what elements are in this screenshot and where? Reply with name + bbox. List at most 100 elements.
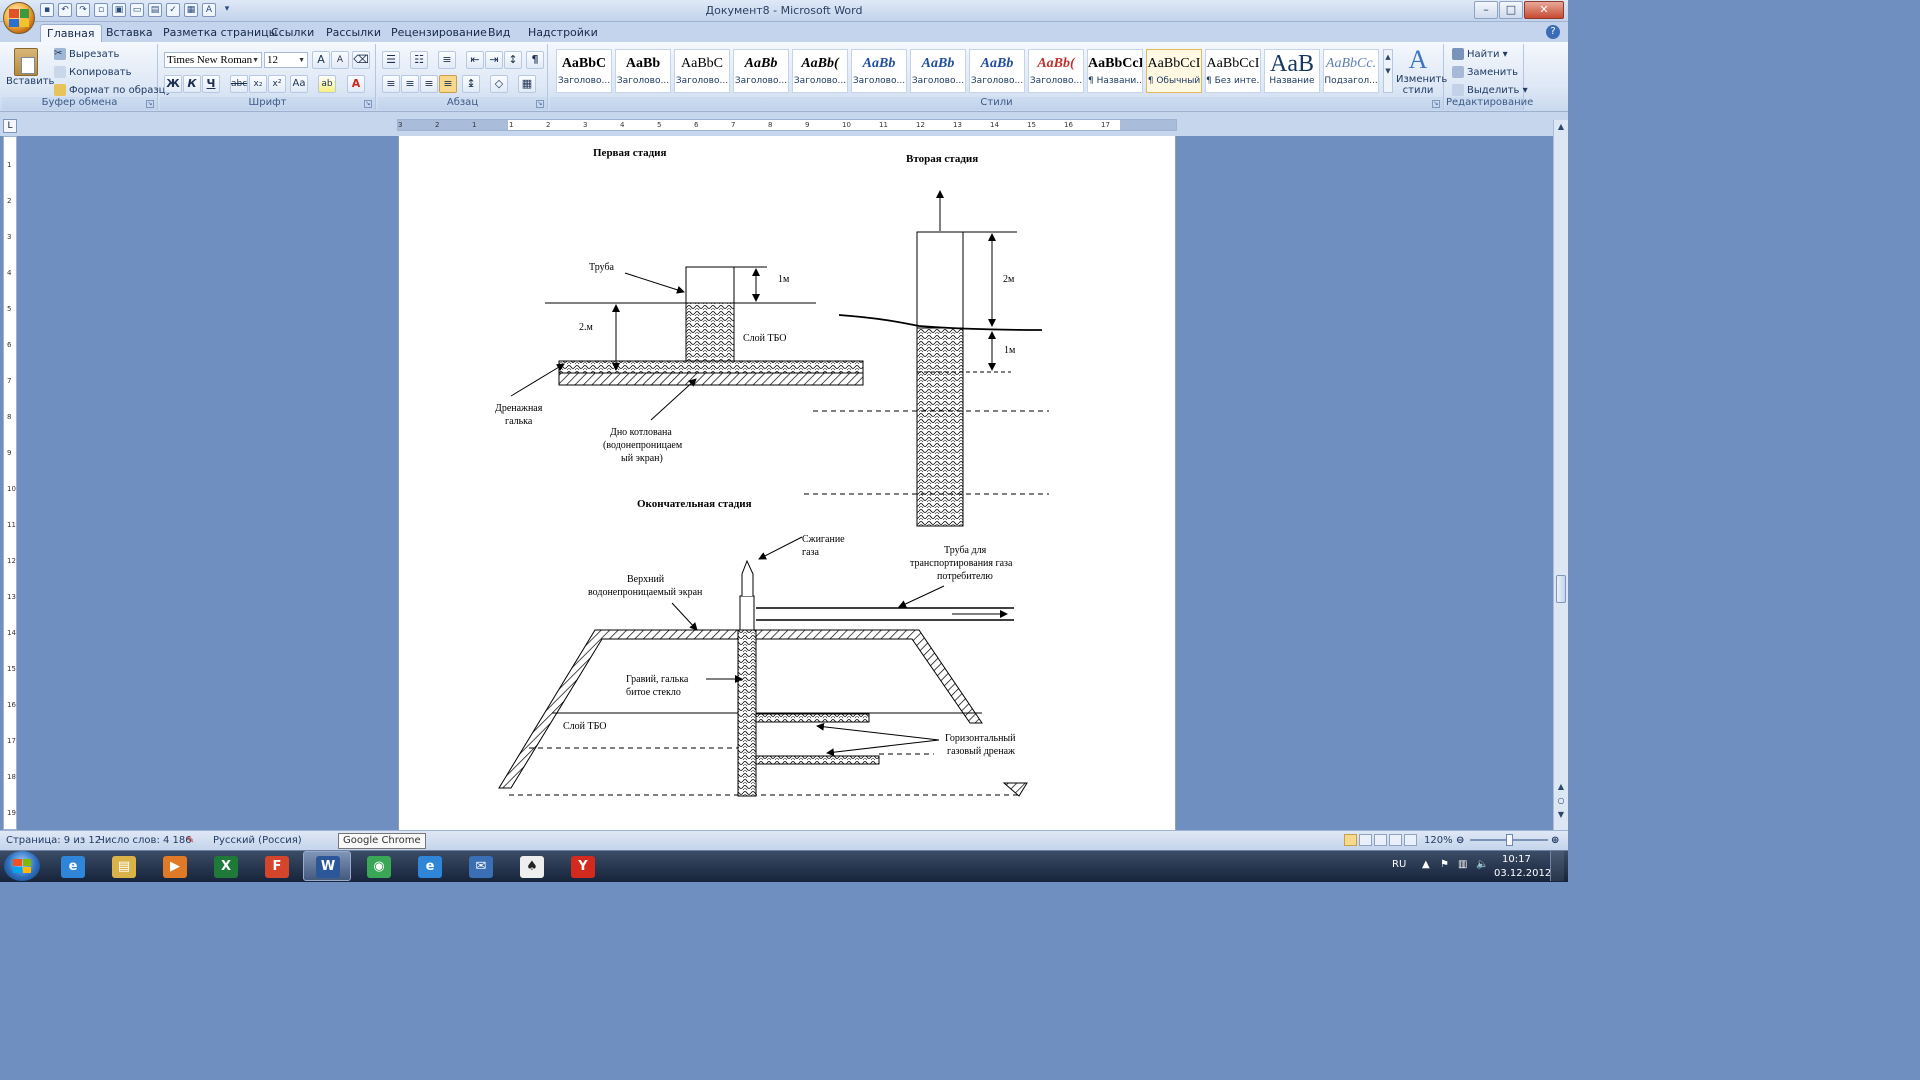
styles-scroll-icon[interactable]: ▲ ▼ (1383, 49, 1393, 93)
select-browse-object-icon[interactable]: ○ (1556, 796, 1566, 806)
full-screen-reading-view-icon[interactable] (1359, 834, 1372, 846)
paragraph-launcher-icon[interactable]: ↘ (536, 100, 544, 108)
multilevel-list-icon[interactable]: ≡ (438, 51, 456, 69)
sort-icon[interactable]: ↕ (504, 51, 522, 69)
scroll-up-icon[interactable]: ▲ (1556, 122, 1566, 132)
outline-view-icon[interactable] (1389, 834, 1402, 846)
vertical-ruler[interactable]: 1 2 3 4 5 6 7 8 9 10 11 12 13 14 15 16 17 18 19 (3, 136, 17, 830)
italic-button[interactable]: К (183, 75, 201, 93)
style-item[interactable]: AaBbCcI ¶ Названи... (1087, 49, 1143, 93)
underline-button[interactable]: Ч (202, 75, 220, 93)
justify-icon[interactable]: ≡ (439, 75, 457, 93)
clear-formatting-button[interactable]: ⌫ (352, 51, 370, 69)
taskbar-app-проводник[interactable]: ▤ (99, 851, 147, 881)
taskbar-app-яндекс[interactable]: Y (558, 851, 606, 881)
change-styles-button[interactable]: A Изменить стили (1396, 46, 1447, 97)
volume-icon[interactable]: 🔈 (1476, 859, 1488, 870)
language-indicator[interactable]: Русский (Россия) (213, 835, 302, 846)
pilcrow-icon[interactable]: ¶ (526, 51, 544, 69)
spelling-status-icon[interactable]: ✎ (186, 835, 194, 846)
show-desktop-button[interactable] (1550, 851, 1564, 881)
taskbar-app-пасьянс[interactable]: ♠ (507, 851, 555, 881)
clock-date[interactable]: 03.12.2012 (1494, 868, 1551, 879)
language-tray[interactable]: RU (1392, 859, 1406, 870)
tab-addins[interactable]: Надстройки (522, 24, 604, 42)
cut-button[interactable]: ✂ Вырезать (54, 48, 119, 60)
zoom-out-icon[interactable]: ⊖ (1456, 835, 1464, 846)
copy-button[interactable]: Копировать (54, 66, 131, 78)
office-button[interactable] (3, 2, 35, 34)
strikethrough-button[interactable]: abc (230, 75, 248, 93)
align-center-icon[interactable]: ≡ (401, 75, 419, 93)
web-layout-view-icon[interactable] (1374, 834, 1387, 846)
taskbar-app-media-player[interactable]: ▶ (150, 851, 198, 881)
style-item[interactable]: AaB Название (1264, 49, 1320, 93)
select-button[interactable]: Выделить ▾ (1452, 84, 1528, 96)
paste-button[interactable]: Вставить (6, 46, 54, 96)
increase-indent-icon[interactable]: ⇥ (485, 51, 503, 69)
minimize-button[interactable]: – (1474, 1, 1498, 19)
grow-font-button[interactable]: A (312, 51, 330, 69)
bullets-icon[interactable]: ☰ (382, 51, 400, 69)
style-item[interactable]: AaBb Заголово... (969, 49, 1025, 93)
start-button[interactable] (4, 851, 40, 881)
next-page-icon[interactable]: ▼ (1556, 810, 1566, 820)
page-count[interactable]: Страница: 9 из 12 (6, 835, 101, 846)
font-size-combo[interactable]: 12 ▼ (264, 52, 308, 68)
numbering-icon[interactable]: ☷ (410, 51, 428, 69)
tab-home[interactable]: Главная (40, 24, 102, 42)
tab-selector-icon[interactable]: L (3, 119, 17, 133)
tab-insert[interactable]: Вставка (100, 24, 159, 42)
line-spacing-icon[interactable]: ↨ (462, 75, 480, 93)
style-item[interactable]: AaBb Заголово... (615, 49, 671, 93)
taskbar-app-internet-explorer[interactable]: e (48, 851, 96, 881)
tab-review[interactable]: Рецензирование (385, 24, 493, 42)
subscript-button[interactable]: x₂ (249, 75, 267, 93)
print-layout-view-icon[interactable] (1344, 834, 1357, 846)
style-item[interactable]: AaBb(Заголово... (1028, 49, 1084, 93)
align-left-icon[interactable]: ≡ (382, 75, 400, 93)
horizontal-ruler[interactable]: 3 2 1 1 2 3 4 5 6 7 8 9 10 11 12 13 14 15 16 17 (397, 119, 1177, 131)
taskbar-app-excel[interactable]: X (201, 851, 249, 881)
action-center-icon[interactable]: ⚑ (1440, 859, 1449, 870)
style-item[interactable]: AaBbCcI ¶ Без инте... (1205, 49, 1261, 93)
align-right-icon[interactable]: ≡ (420, 75, 438, 93)
shading-icon[interactable]: ◇ (490, 75, 508, 93)
tab-view[interactable]: Вид (482, 24, 516, 42)
taskbar-app-internet-explorer[interactable]: e (405, 851, 453, 881)
bold-button[interactable]: Ж (164, 75, 182, 93)
style-item[interactable]: AaBb Заголово... (910, 49, 966, 93)
network-icon[interactable]: ▥ (1458, 859, 1467, 870)
taskbar-app-foxit-reader[interactable]: F (252, 851, 300, 881)
clock-time[interactable]: 10:17 (1502, 854, 1531, 865)
highlight-button[interactable]: ab (318, 75, 336, 93)
replace-button[interactable]: Заменить (1452, 66, 1518, 78)
word-count[interactable]: Число слов: 4 186 (98, 835, 192, 846)
style-item[interactable]: AaBb Заголово... (851, 49, 907, 93)
draft-view-icon[interactable] (1404, 834, 1417, 846)
style-item[interactable]: AaBbCc. Подзагол... (1323, 49, 1379, 93)
shrink-font-button[interactable]: A (331, 51, 349, 69)
font-color-button[interactable]: A (347, 75, 365, 93)
zoom-slider-thumb[interactable] (1506, 834, 1513, 846)
taskbar-app-word[interactable]: W (303, 851, 351, 881)
find-button[interactable]: Найти ▾ (1452, 48, 1508, 60)
tab-mailings[interactable]: Рассылки (320, 24, 387, 42)
font-name-combo[interactable]: Times New Roman ▼ (164, 52, 262, 68)
zoom-in-icon[interactable]: ⊕ (1551, 835, 1559, 846)
scrollbar-thumb[interactable] (1556, 575, 1566, 603)
previous-page-icon[interactable]: ▲ (1556, 782, 1566, 792)
format-painter-button[interactable]: Формат по образцу (54, 84, 171, 96)
decrease-indent-icon[interactable]: ⇤ (466, 51, 484, 69)
style-item[interactable]: AaBbC Заголово... (674, 49, 730, 93)
style-item[interactable]: AaBbCcI ¶ Обычный (1146, 49, 1202, 93)
style-item[interactable]: AaBb Заголово... (733, 49, 789, 93)
close-button[interactable]: ✕ (1524, 1, 1564, 19)
maximize-button[interactable]: □ (1499, 1, 1523, 19)
taskbar-app-google-chrome[interactable]: ◉ (354, 851, 402, 881)
clipboard-launcher-icon[interactable]: ↘ (146, 100, 154, 108)
superscript-button[interactable]: x² (268, 75, 286, 93)
change-case-button[interactable]: Aa (290, 75, 308, 93)
taskbar-app-почта[interactable]: ✉ (456, 851, 504, 881)
vertical-scrollbar[interactable]: ▲ ▲ ○ ▼ (1553, 120, 1568, 830)
